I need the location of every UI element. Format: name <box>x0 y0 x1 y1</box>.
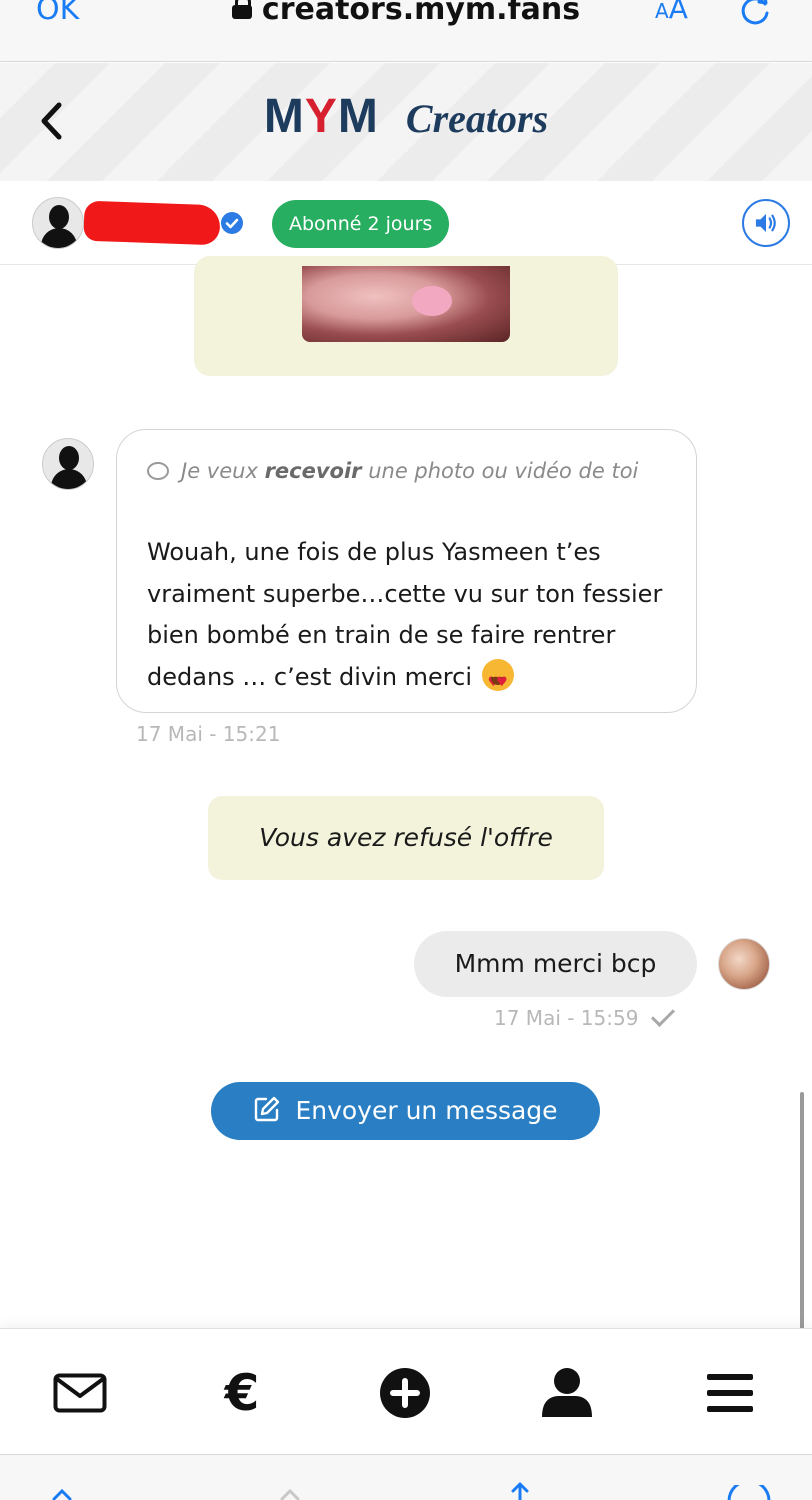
text-size-large: A <box>668 0 688 25</box>
brand-logo: MYM Creators <box>0 89 812 144</box>
text-size-small: A <box>655 0 669 23</box>
euro-icon: € <box>224 1364 260 1422</box>
speech-bubble-icon <box>147 462 169 480</box>
heart-eyes-emoji-icon <box>481 658 514 703</box>
request-quote: Je veux recevoir une photo ou vidéo de t… <box>147 450 677 492</box>
brand-letter-m1: M <box>263 90 305 143</box>
sent-check-icon <box>651 1002 676 1028</box>
outgoing-timestamp: 17 Mai - 15:59 <box>494 1006 639 1030</box>
nav-messages[interactable] <box>50 1367 110 1419</box>
app-header: MYM Creators <box>0 63 812 181</box>
media-thumbnail[interactable] <box>302 266 510 342</box>
nav-profile[interactable] <box>537 1367 597 1419</box>
plus-icon <box>380 1368 430 1418</box>
browser-bottom-bar <box>0 1454 812 1500</box>
compass-icon[interactable] <box>726 1485 772 1500</box>
sender-avatar <box>42 438 94 490</box>
incoming-timestamp: 17 Mai - 15:21 <box>136 722 281 746</box>
conversation-profile-bar: Abonné 2 jours <box>0 181 812 265</box>
nav-earnings[interactable]: € <box>212 1367 272 1419</box>
chat-thread: Je veux recevoir une photo ou vidéo de t… <box>0 256 812 1328</box>
brand-letter-y: Y <box>304 90 338 143</box>
edit-icon <box>255 1096 280 1122</box>
text-size-button[interactable]: AA <box>655 0 688 25</box>
reload-icon[interactable] <box>738 0 772 28</box>
user-icon <box>542 1368 592 1417</box>
quote-prefix: Je veux <box>181 459 265 483</box>
outgoing-message-bubble: Mmm merci bcp <box>414 931 697 997</box>
quote-bold: recevoir <box>264 459 362 483</box>
share-icon[interactable] <box>504 1481 536 1500</box>
send-message-label: Envoyer un message <box>295 1096 558 1125</box>
sound-icon[interactable] <box>742 199 790 247</box>
brand-letter-m2: M <box>337 90 379 143</box>
incoming-message-body: Wouah, une fois de plus Yasmeen t’es vra… <box>147 538 663 691</box>
mail-icon <box>53 1373 107 1413</box>
browser-top-bar: OK creators.mym.fans AA <box>0 0 812 62</box>
bottom-navigation: € <box>0 1328 812 1454</box>
quote-suffix: une photo ou vidéo de toi <box>361 459 639 483</box>
url-text: creators.mym.fans <box>261 0 581 27</box>
brand-creators: Creators <box>405 96 549 141</box>
brand-mym: MYM <box>264 90 379 143</box>
verified-icon <box>221 212 243 234</box>
send-message-button[interactable]: Envoyer un message <box>211 1082 600 1140</box>
nav-create[interactable] <box>375 1367 435 1419</box>
outgoing-timestamp-row: 17 Mai - 15:59 <box>494 1002 676 1030</box>
back-arrow-icon[interactable] <box>50 1487 74 1500</box>
redacted-username <box>83 200 221 246</box>
nav-menu[interactable] <box>700 1367 760 1419</box>
menu-icon <box>707 1374 753 1412</box>
forward-arrow-icon[interactable] <box>278 1487 302 1500</box>
media-message[interactable] <box>194 256 618 376</box>
address-bar[interactable]: creators.mym.fans <box>0 0 812 27</box>
incoming-message-bubble: Je veux recevoir une photo ou vidéo de t… <box>116 429 697 713</box>
contact-avatar[interactable] <box>32 197 84 249</box>
lock-icon <box>231 0 252 19</box>
incoming-message-text: Wouah, une fois de plus Yasmeen t’es vra… <box>147 532 677 703</box>
offer-status: Vous avez refusé l'offre <box>208 796 604 880</box>
own-avatar <box>718 938 770 990</box>
subscription-badge: Abonné 2 jours <box>272 200 450 248</box>
